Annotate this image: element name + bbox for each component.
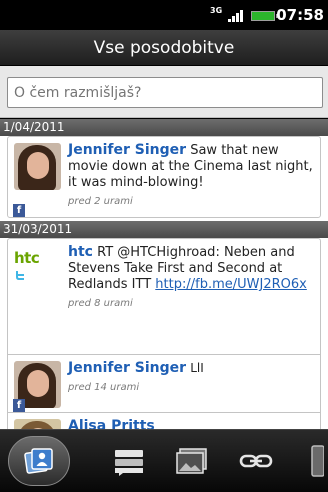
- author-name[interactable]: Jennifer Singer: [68, 360, 186, 376]
- status-update-input[interactable]: [7, 77, 323, 108]
- more-tab[interactable]: [300, 436, 328, 486]
- post-text-prefix: RT: [97, 245, 118, 260]
- links-tab[interactable]: [225, 436, 287, 486]
- status-bar: 3G 07:58: [0, 0, 328, 30]
- feed-item[interactable]: f Jennifer Singer Saw that new movie dow…: [7, 136, 321, 218]
- post-link[interactable]: http://fb.me/UWJ2RO6x: [155, 277, 307, 292]
- author-name[interactable]: htc: [68, 244, 93, 260]
- facebook-icon: f: [13, 399, 25, 412]
- people-icon: [24, 448, 53, 474]
- avatar[interactable]: [14, 143, 61, 190]
- post-time: pred 2 urami: [68, 196, 133, 207]
- link-icon: [239, 454, 273, 468]
- status-update-area: [0, 66, 328, 118]
- post-text: LlI: [190, 361, 204, 375]
- bottom-tab-bar: [0, 429, 328, 492]
- feed-item[interactable]: htc htc RT @HTCHighroad: Neben and Steve…: [7, 238, 321, 355]
- page-title: Vse posodobitve: [93, 38, 235, 58]
- photos-tab[interactable]: [161, 436, 223, 486]
- htc-logo: htc: [14, 249, 40, 267]
- post-time: pred 14 urami: [68, 382, 140, 393]
- feed-item[interactable]: Alisa Pritts: [7, 413, 321, 429]
- feed-item[interactable]: f Jennifer Singer LlI pred 14 urami: [7, 355, 321, 413]
- author-name[interactable]: Alisa Pritts: [68, 418, 155, 429]
- title-bar: Vse posodobitve: [0, 30, 328, 66]
- signal-strength-icon: [228, 10, 244, 22]
- twitter-icon: [14, 270, 26, 282]
- date-header: 1/04/2011: [0, 119, 328, 136]
- avatar[interactable]: [14, 419, 61, 429]
- updates-feed[interactable]: 1/04/2011 f Jennifer Singer Saw that new…: [0, 119, 328, 429]
- photos-icon: [176, 448, 207, 474]
- messages-icon: [115, 450, 143, 476]
- updates-tab[interactable]: [8, 436, 70, 486]
- post-time: pred 8 urami: [68, 298, 133, 309]
- author-name[interactable]: Jennifer Singer: [68, 142, 186, 158]
- battery-icon: [251, 11, 278, 21]
- date-header: 31/03/2011: [0, 221, 328, 238]
- more-icon: [311, 445, 324, 477]
- facebook-icon: f: [13, 204, 25, 217]
- messages-tab[interactable]: [98, 436, 160, 486]
- mention-link[interactable]: @HTCHighroad: [117, 245, 215, 260]
- status-time: 07:58: [276, 6, 324, 24]
- network-type-indicator: 3G: [210, 6, 223, 15]
